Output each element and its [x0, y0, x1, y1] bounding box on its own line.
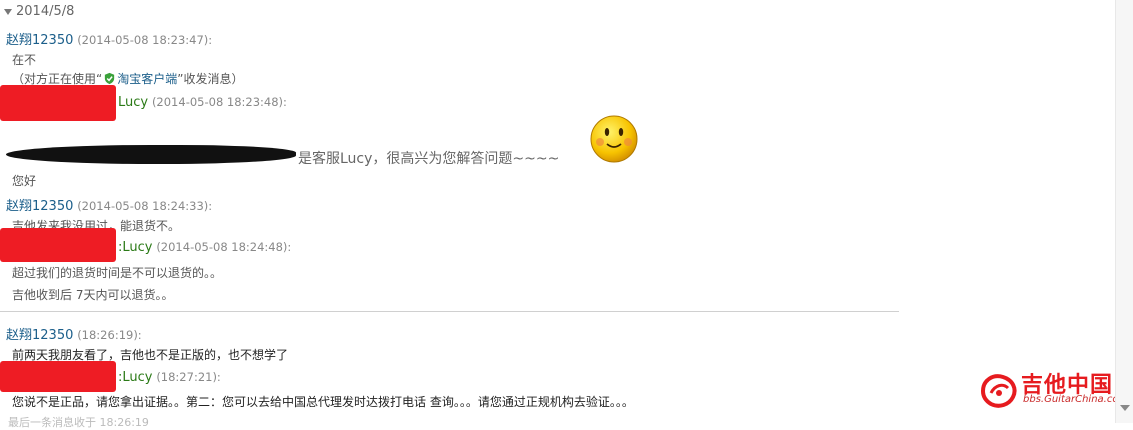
redaction-scribble	[6, 145, 296, 164]
message-text: 吉他收到后 7天内可以退货。。	[12, 288, 174, 302]
guitar-logo-icon	[980, 374, 1017, 408]
message-text: 超过我们的退货时间是不可以退货的。。	[12, 266, 223, 280]
message-text: 在不	[12, 53, 37, 67]
date-label: 2014/5/8	[16, 4, 75, 19]
greeting-text: 是客服Lucy，很高兴为您解答问题~~~~	[298, 151, 560, 167]
timestamp: (2014-05-08 18:23:48):	[151, 95, 287, 109]
date-header[interactable]: 2014/5/8	[4, 4, 74, 19]
last-message-note: 最后一条消息收于 18:26:19	[8, 416, 149, 429]
collapse-triangle-icon[interactable]	[4, 8, 12, 15]
watermark-url: bbs.GuitarChina.com	[1023, 394, 1129, 405]
scroll-down-icon[interactable]	[1120, 405, 1130, 411]
client-note-prefix: （对方正在使用“	[12, 72, 103, 86]
timestamp: (2014-05-08 18:23:47):	[77, 33, 213, 47]
message-header: :Lucy (2014-05-08 18:24:48):	[118, 240, 291, 255]
smiley-face-icon	[590, 115, 638, 163]
sender-name[interactable]: 赵翔12350	[6, 33, 73, 48]
watermark: 吉他中国 bbs.GuitarChina.com	[977, 369, 1129, 413]
taobao-client-link[interactable]: 淘宝客户端	[117, 72, 177, 86]
client-note-suffix: ”收发消息）	[177, 72, 244, 86]
message-text: 您说不是正品，请您拿出证据。。第二：您可以去给中国总代理发时达拨打电话 查询。。…	[12, 395, 634, 409]
message-header: 赵翔12350 (18:26:19):	[6, 324, 142, 343]
sender-name[interactable]: 赵翔12350	[6, 328, 73, 343]
message-header: :Lucy (18:27:21):	[118, 370, 221, 385]
sender-name[interactable]: :Lucy	[118, 240, 152, 255]
taobao-shield-icon	[105, 72, 115, 85]
sender-name[interactable]: 赵翔12350	[6, 199, 73, 214]
redaction-block	[0, 85, 116, 121]
sender-name[interactable]: :Lucy	[118, 370, 152, 385]
timestamp: (2014-05-08 18:24:33):	[77, 199, 213, 213]
message-text: 您好	[12, 174, 37, 188]
timestamp: (18:27:21):	[156, 370, 221, 384]
sender-name[interactable]: Lucy	[118, 95, 148, 110]
message-header: 赵翔12350 (2014-05-08 18:23:47):	[6, 29, 212, 48]
vertical-scrollbar[interactable]	[1115, 0, 1133, 423]
timestamp: (18:26:19):	[77, 328, 142, 342]
timestamp: (2014-05-08 18:24:48):	[156, 240, 292, 254]
message-header: Lucy (2014-05-08 18:23:48):	[118, 95, 287, 110]
history-divider	[0, 311, 899, 312]
message-header: 赵翔12350 (2014-05-08 18:24:33):	[6, 195, 212, 214]
redaction-block	[0, 361, 116, 392]
redaction-block	[0, 228, 116, 262]
